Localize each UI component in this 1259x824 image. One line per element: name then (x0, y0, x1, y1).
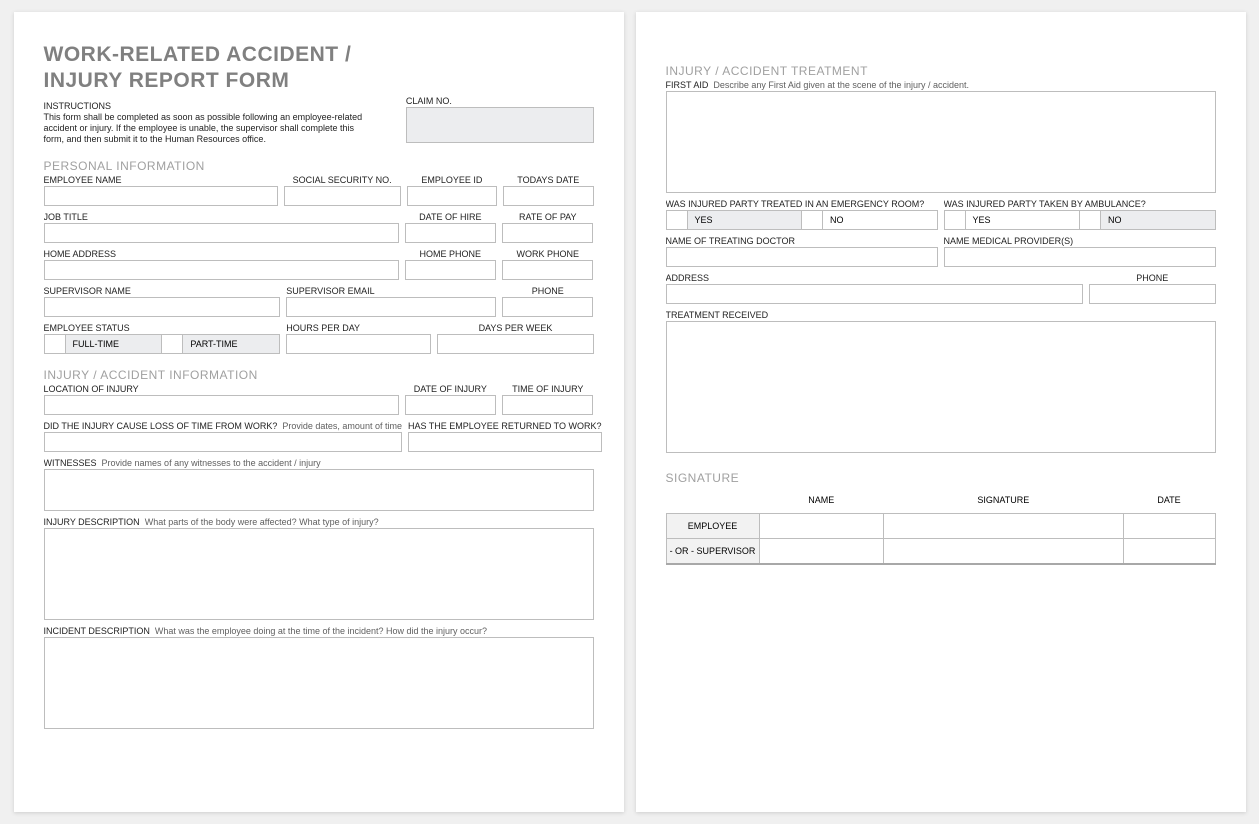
provider-label: NAME MEDICAL PROVIDER(S) (944, 236, 1216, 246)
sig-employee-signature[interactable] (884, 514, 1123, 539)
form-title: WORK-RELATED ACCIDENT / INJURY REPORT FO… (44, 42, 400, 95)
first-aid-field[interactable] (666, 91, 1216, 193)
employee-id-label: EMPLOYEE ID (407, 175, 497, 185)
employee-name-label: EMPLOYEE NAME (44, 175, 278, 185)
amb-yes-checkbox[interactable] (944, 210, 966, 230)
instructions-body: This form shall be completed as soon as … (44, 112, 374, 146)
witnesses-field[interactable] (44, 469, 594, 511)
sig-supervisor-rowlabel: - OR - SUPERVISOR (666, 539, 759, 565)
part-time-button[interactable]: PART-TIME (183, 334, 280, 354)
loss-time-field[interactable] (44, 432, 402, 452)
er-yes-checkbox[interactable] (666, 210, 688, 230)
amb-no-button[interactable]: NO (1101, 210, 1216, 230)
treatment-address-label: ADDRESS (666, 273, 1083, 283)
amb-no-checkbox[interactable] (1079, 210, 1101, 230)
location-label: LOCATION OF INJURY (44, 384, 399, 394)
date-of-hire-label: DATE OF HIRE (405, 212, 496, 222)
home-phone-label: HOME PHONE (405, 249, 496, 259)
returned-label: HAS THE EMPLOYEE RETURNED TO WORK? (408, 421, 602, 431)
sig-employee-date[interactable] (1123, 514, 1215, 539)
loss-time-label: DID THE INJURY CAUSE LOSS OF TIME FROM W… (44, 421, 402, 431)
hours-per-day-label: HOURS PER DAY (286, 323, 431, 333)
date-of-hire-field[interactable] (405, 223, 496, 243)
treatment-section-title: INJURY / ACCIDENT TREATMENT (666, 64, 1216, 78)
supervisor-email-label: SUPERVISOR EMAIL (286, 286, 496, 296)
ssn-label: SOCIAL SECURITY NO. (284, 175, 401, 185)
work-phone-field[interactable] (502, 260, 593, 280)
first-aid-label: FIRST AID Describe any First Aid given a… (666, 80, 1216, 90)
page-1: WORK-RELATED ACCIDENT / INJURY REPORT FO… (14, 12, 624, 812)
ambulance-label: WAS INJURED PARTY TAKEN BY AMBULANCE? (944, 199, 1216, 209)
part-time-checkbox[interactable] (161, 334, 183, 354)
ssn-field[interactable] (284, 186, 401, 206)
sig-employee-rowlabel: EMPLOYEE (666, 514, 759, 539)
doctor-field[interactable] (666, 247, 938, 267)
sig-employee-name[interactable] (759, 514, 884, 539)
page-2: INJURY / ACCIDENT TREATMENT FIRST AID De… (636, 12, 1246, 812)
er-label: WAS INJURED PARTY TREATED IN AN EMERGENC… (666, 199, 938, 209)
sig-supervisor-date[interactable] (1123, 539, 1215, 565)
incident-desc-label: INCIDENT DESCRIPTION What was the employ… (44, 626, 594, 636)
employee-name-field[interactable] (44, 186, 278, 206)
job-title-field[interactable] (44, 223, 399, 243)
supervisor-name-field[interactable] (44, 297, 281, 317)
location-field[interactable] (44, 395, 399, 415)
time-of-injury-label: TIME OF INJURY (502, 384, 593, 394)
instructions-label: INSTRUCTIONS (44, 101, 400, 111)
days-per-week-label: DAYS PER WEEK (437, 323, 593, 333)
sig-name-header: NAME (759, 488, 884, 514)
personal-section-title: PERSONAL INFORMATION (44, 159, 594, 173)
time-of-injury-field[interactable] (502, 395, 593, 415)
provider-field[interactable] (944, 247, 1216, 267)
sig-signature-header: SIGNATURE (884, 488, 1123, 514)
home-address-label: HOME ADDRESS (44, 249, 399, 259)
hours-per-day-field[interactable] (286, 334, 431, 354)
job-title-label: JOB TITLE (44, 212, 399, 222)
signature-section-title: SIGNATURE (666, 471, 1216, 485)
sig-supervisor-signature[interactable] (884, 539, 1123, 565)
er-no-checkbox[interactable] (801, 210, 823, 230)
date-of-injury-field[interactable] (405, 395, 496, 415)
witnesses-label: WITNESSES Provide names of any witnesses… (44, 458, 594, 468)
incident-desc-field[interactable] (44, 637, 594, 729)
injury-desc-label: INJURY DESCRIPTION What parts of the bod… (44, 517, 594, 527)
supervisor-phone-label: PHONE (502, 286, 593, 296)
injury-desc-field[interactable] (44, 528, 594, 620)
pages-container: WORK-RELATED ACCIDENT / INJURY REPORT FO… (12, 12, 1247, 812)
work-phone-label: WORK PHONE (502, 249, 593, 259)
supervisor-email-field[interactable] (286, 297, 496, 317)
amb-yes-button[interactable]: YES (966, 210, 1081, 230)
claim-no-field[interactable] (406, 107, 594, 143)
rate-of-pay-label: RATE OF PAY (502, 212, 593, 222)
full-time-button[interactable]: FULL-TIME (66, 334, 163, 354)
signature-table: NAME SIGNATURE DATE EMPLOYEE - OR - SUPE… (666, 488, 1216, 565)
rate-of-pay-field[interactable] (502, 223, 593, 243)
todays-date-label: TODAYS DATE (503, 175, 593, 185)
sig-date-header: DATE (1123, 488, 1215, 514)
home-phone-field[interactable] (405, 260, 496, 280)
home-address-field[interactable] (44, 260, 399, 280)
treatment-phone-field[interactable] (1089, 284, 1216, 304)
claim-no-label: CLAIM NO. (406, 96, 594, 106)
employee-id-field[interactable] (407, 186, 497, 206)
date-of-injury-label: DATE OF INJURY (405, 384, 496, 394)
sig-supervisor-name[interactable] (759, 539, 884, 565)
injury-section-title: INJURY / ACCIDENT INFORMATION (44, 368, 594, 382)
doctor-label: NAME OF TREATING DOCTOR (666, 236, 938, 246)
er-no-button[interactable]: NO (823, 210, 938, 230)
employee-status-label: EMPLOYEE STATUS (44, 323, 281, 333)
todays-date-field[interactable] (503, 186, 593, 206)
treatment-phone-label: PHONE (1089, 273, 1216, 283)
returned-field[interactable] (408, 432, 602, 452)
supervisor-phone-field[interactable] (502, 297, 593, 317)
er-yes-button[interactable]: YES (688, 210, 803, 230)
treatment-address-field[interactable] (666, 284, 1083, 304)
full-time-checkbox[interactable] (44, 334, 66, 354)
treatment-received-label: TREATMENT RECEIVED (666, 310, 1216, 320)
treatment-received-field[interactable] (666, 321, 1216, 453)
days-per-week-field[interactable] (437, 334, 593, 354)
supervisor-name-label: SUPERVISOR NAME (44, 286, 281, 296)
